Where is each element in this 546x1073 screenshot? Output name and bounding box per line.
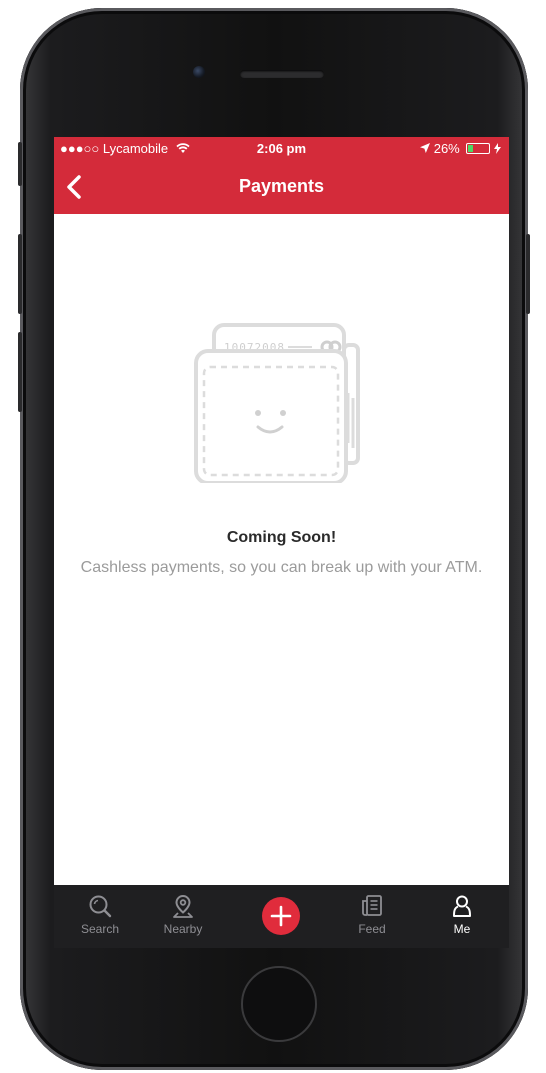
tab-bar: Search Nearby Feed Me [54, 885, 509, 948]
charging-icon [494, 141, 501, 156]
status-right: 26% [420, 141, 501, 156]
search-icon [89, 895, 112, 918]
app-screen: ●●●○○ Lycamobile 2:06 pm 26% Payments 10… [54, 137, 509, 948]
status-bar: ●●●○○ Lycamobile 2:06 pm 26% [54, 137, 509, 159]
home-button[interactable] [241, 966, 317, 1042]
tab-nearby[interactable]: Nearby [138, 885, 228, 948]
add-button[interactable] [262, 897, 300, 935]
volume-down-button [18, 332, 22, 412]
tab-nearby-label: Nearby [163, 922, 203, 936]
feed-icon [362, 895, 382, 916]
battery-level [468, 145, 474, 152]
wallet-illustration: 10072008 [194, 323, 374, 485]
front-camera [193, 66, 205, 78]
battery-percent: 26% [433, 141, 460, 156]
volume-up-button [18, 234, 22, 314]
mute-switch [18, 142, 22, 186]
empty-state-description: Cashless payments, so you can break up w… [80, 559, 483, 576]
empty-state-title: Coming Soon! [226, 529, 337, 546]
tab-search-label: Search [80, 922, 120, 936]
power-button [526, 234, 530, 314]
page-title: Payments [238, 176, 325, 196]
location-pin-icon [173, 894, 193, 918]
navigation-bar: Payments [54, 159, 509, 214]
tab-me-label: Me [453, 922, 471, 936]
earpiece-speaker [240, 70, 324, 78]
tab-feed-label: Feed [358, 922, 386, 936]
tab-feed[interactable]: Feed [327, 885, 417, 948]
tab-search[interactable]: Search [55, 885, 145, 948]
location-arrow-icon [420, 141, 434, 156]
person-icon [453, 895, 471, 917]
plus-icon [270, 905, 292, 927]
battery-icon [466, 143, 491, 154]
tab-me[interactable]: Me [417, 885, 507, 948]
